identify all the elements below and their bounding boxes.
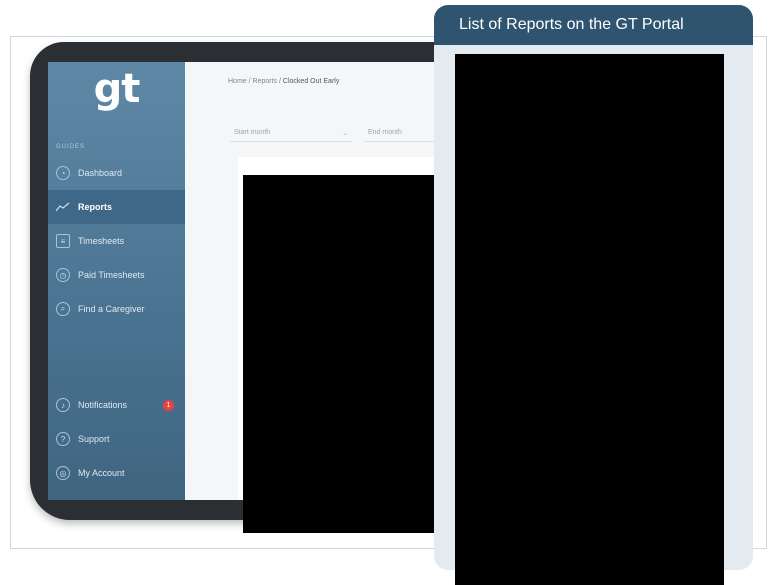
sidebar-item-find-caregiver[interactable]: ⌕ Find a Caregiver: [48, 292, 185, 326]
sidebar-item-label: Support: [78, 434, 110, 444]
breadcrumb-current: Clocked Out Early: [282, 78, 340, 85]
sidebar-item-paid-timesheets[interactable]: ◷ Paid Timesheets: [48, 258, 185, 292]
redacted-region: [243, 175, 434, 533]
redacted-region: [455, 54, 724, 585]
chevron-down-icon: ⌄: [342, 129, 348, 137]
breadcrumb: Home / Reports / Clocked Out Early: [228, 78, 339, 85]
sidebar-item-label: My Account: [78, 468, 125, 478]
filter-placeholder: Start month: [234, 129, 271, 136]
support-icon: ?: [56, 432, 70, 446]
sidebar-item-support[interactable]: ? Support: [48, 422, 185, 456]
sidebar-item-label: Timesheets: [78, 236, 125, 246]
sidebar-section-label: GUIDES: [56, 144, 86, 150]
sidebar-item-label: Dashboard: [78, 168, 123, 178]
sidebar-item-label: Notifications: [78, 400, 128, 410]
breadcrumb-separator: /: [279, 78, 281, 85]
breadcrumb-reports[interactable]: Reports: [253, 78, 278, 85]
sidebar-item-timesheets[interactable]: ≡ Timesheets: [48, 224, 185, 258]
search-icon: ⌕: [56, 302, 70, 316]
timesheet-icon: ≡: [56, 234, 70, 248]
sidebar-item-label: Paid Timesheets: [78, 270, 145, 280]
dashboard-icon: ◔: [56, 166, 70, 180]
sidebar-item-label: Find a Caregiver: [78, 304, 145, 314]
account-icon: ◎: [56, 466, 70, 480]
breadcrumb-separator: /: [248, 78, 251, 85]
panel-title: List of Reports on the GT Portal: [434, 5, 753, 45]
sidebar-item-dashboard[interactable]: ◔ Dashboard: [48, 156, 185, 190]
sidebar: gt GUIDES ◔ Dashboard Reports ≡ Timeshee…: [48, 62, 185, 500]
sidebar-item-my-account[interactable]: ◎ My Account: [48, 456, 185, 490]
filter-placeholder: End month: [368, 129, 402, 136]
gt-logo[interactable]: gt: [48, 66, 185, 112]
bell-icon: ♪: [56, 398, 70, 412]
breadcrumb-home[interactable]: Home: [228, 78, 247, 85]
chart-icon: [56, 200, 70, 214]
notification-badge: 1: [163, 400, 174, 411]
start-month-filter[interactable]: Start month ⌄: [230, 124, 352, 142]
clock-icon: ◷: [56, 268, 70, 282]
sidebar-item-label: Reports: [78, 202, 113, 212]
sidebar-item-reports[interactable]: Reports: [48, 190, 185, 224]
